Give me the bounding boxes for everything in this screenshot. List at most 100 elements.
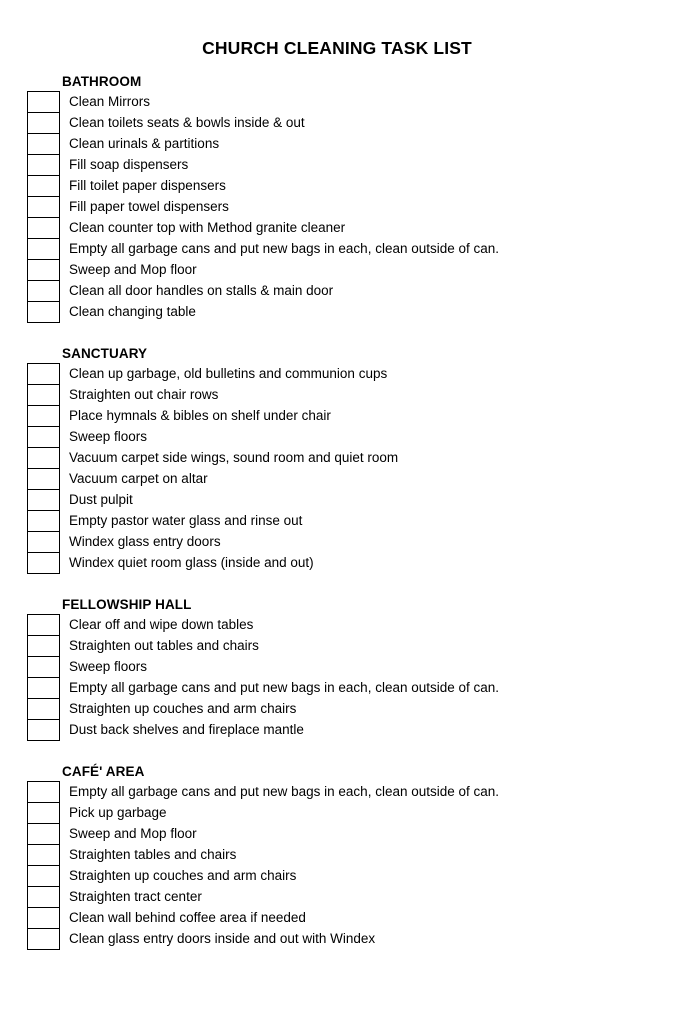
task-checkbox[interactable] bbox=[27, 405, 60, 426]
task-label: Fill soap dispensers bbox=[69, 157, 189, 172]
task-row: Straighten up couches and arm chairs bbox=[0, 698, 674, 719]
task-section: FELLOWSHIP HALL Clear off and wipe down t… bbox=[0, 595, 674, 741]
task-label: Straighten up couches and arm chairs bbox=[69, 868, 297, 883]
task-checkbox[interactable] bbox=[27, 468, 60, 489]
section-header: CAFÉ' AREA bbox=[62, 764, 145, 779]
task-checkbox[interactable] bbox=[27, 238, 60, 259]
task-row: Place hymnals & bibles on shelf under ch… bbox=[0, 405, 674, 426]
task-label: Empty all garbage cans and put new bags … bbox=[69, 680, 500, 695]
task-checkbox[interactable] bbox=[27, 907, 60, 928]
task-checkbox[interactable] bbox=[27, 384, 60, 405]
task-label: Straighten tables and chairs bbox=[69, 847, 237, 862]
task-checkbox[interactable] bbox=[27, 301, 60, 323]
task-label: Empty all garbage cans and put new bags … bbox=[69, 784, 500, 799]
task-label: Sweep floors bbox=[69, 659, 148, 674]
task-checkbox[interactable] bbox=[27, 698, 60, 719]
task-row: Fill toilet paper dispensers bbox=[0, 175, 674, 196]
task-sections: BATHROOM Clean Mirrors Clean toilets seats… bbox=[0, 72, 674, 950]
task-label: Empty pastor water glass and rinse out bbox=[69, 513, 303, 528]
task-checkbox[interactable] bbox=[27, 196, 60, 217]
task-row: Empty all garbage cans and put new bags … bbox=[0, 781, 674, 802]
task-list: Empty all garbage cans and put new bags … bbox=[0, 781, 674, 950]
task-checkbox[interactable] bbox=[27, 154, 60, 175]
task-checkbox[interactable] bbox=[27, 823, 60, 844]
task-checkbox[interactable] bbox=[27, 91, 60, 112]
task-checkbox[interactable] bbox=[27, 489, 60, 510]
task-checkbox[interactable] bbox=[27, 802, 60, 823]
task-label: Sweep and Mop floor bbox=[69, 826, 197, 841]
task-checkbox[interactable] bbox=[27, 510, 60, 531]
task-row: Empty all garbage cans and put new bags … bbox=[0, 677, 674, 698]
task-checkbox[interactable] bbox=[27, 614, 60, 635]
task-checkbox[interactable] bbox=[27, 656, 60, 677]
document-page: CHURCH CLEANING TASK LIST BATHROOM Clean … bbox=[0, 0, 674, 1024]
task-row: Straighten out chair rows bbox=[0, 384, 674, 405]
task-row: Clean counter top with Method granite cl… bbox=[0, 217, 674, 238]
task-label: Clean counter top with Method granite cl… bbox=[69, 220, 346, 235]
task-label: Clear off and wipe down tables bbox=[69, 617, 254, 632]
task-row: Pick up garbage bbox=[0, 802, 674, 823]
task-checkbox[interactable] bbox=[27, 552, 60, 574]
task-row: Fill paper towel dispensers bbox=[0, 196, 674, 217]
task-label: Vacuum carpet side wings, sound room and… bbox=[69, 450, 399, 465]
page-title: CHURCH CLEANING TASK LIST bbox=[202, 38, 472, 58]
task-checkbox[interactable] bbox=[27, 719, 60, 741]
task-label: Dust pulpit bbox=[69, 492, 133, 507]
task-row: Windex quiet room glass (inside and out) bbox=[0, 552, 674, 574]
task-checkbox[interactable] bbox=[27, 133, 60, 154]
task-checkbox[interactable] bbox=[27, 259, 60, 280]
task-checkbox[interactable] bbox=[27, 928, 60, 950]
task-label: Sweep and Mop floor bbox=[69, 262, 197, 277]
task-row: Clean urinals & partitions bbox=[0, 133, 674, 154]
task-label: Pick up garbage bbox=[69, 805, 167, 820]
task-row: Clean wall behind coffee area if needed bbox=[0, 907, 674, 928]
task-row: Clean changing table bbox=[0, 301, 674, 323]
task-label: Clean urinals & partitions bbox=[69, 136, 220, 151]
task-label: Clean glass entry doors inside and out w… bbox=[69, 931, 376, 946]
task-checkbox[interactable] bbox=[27, 175, 60, 196]
task-row: Straighten tables and chairs bbox=[0, 844, 674, 865]
task-row: Sweep floors bbox=[0, 426, 674, 447]
task-row: Clean all door handles on stalls & main … bbox=[0, 280, 674, 301]
task-checkbox[interactable] bbox=[27, 886, 60, 907]
task-checkbox[interactable] bbox=[27, 844, 60, 865]
task-row: Clean glass entry doors inside and out w… bbox=[0, 928, 674, 950]
task-label: Clean toilets seats & bowls inside & out bbox=[69, 115, 305, 130]
task-checkbox[interactable] bbox=[27, 865, 60, 886]
task-row: Straighten out tables and chairs bbox=[0, 635, 674, 656]
task-row: Clean up garbage, old bulletins and comm… bbox=[0, 363, 674, 384]
task-label: Vacuum carpet on altar bbox=[69, 471, 208, 486]
task-row: Fill soap dispensers bbox=[0, 154, 674, 175]
task-checkbox[interactable] bbox=[27, 781, 60, 802]
task-checkbox[interactable] bbox=[27, 363, 60, 384]
task-section: BATHROOM Clean Mirrors Clean toilets seats… bbox=[0, 72, 674, 323]
task-label: Place hymnals & bibles on shelf under ch… bbox=[69, 408, 331, 423]
task-label: Clean all door handles on stalls & main … bbox=[69, 283, 334, 298]
task-label: Clean wall behind coffee area if needed bbox=[69, 910, 306, 925]
task-checkbox[interactable] bbox=[27, 217, 60, 238]
task-checkbox[interactable] bbox=[27, 280, 60, 301]
task-label: Straighten up couches and arm chairs bbox=[69, 701, 297, 716]
task-list: Clean up garbage, old bulletins and comm… bbox=[0, 363, 674, 574]
task-section: SANCTUARY Clean up garbage, old bulletins… bbox=[0, 344, 674, 574]
task-list: Clear off and wipe down tables Straighten… bbox=[0, 614, 674, 741]
task-checkbox[interactable] bbox=[27, 677, 60, 698]
task-label: Fill paper towel dispensers bbox=[69, 199, 229, 214]
task-row: Dust back shelves and fireplace mantle bbox=[0, 719, 674, 741]
task-label: Straighten tract center bbox=[69, 889, 202, 904]
task-row: Empty all garbage cans and put new bags … bbox=[0, 238, 674, 259]
task-row: Sweep and Mop floor bbox=[0, 259, 674, 280]
task-section: CAFÉ' AREA Empty all garbage cans and put… bbox=[0, 762, 674, 950]
task-row: Clean Mirrors bbox=[0, 91, 674, 112]
task-checkbox[interactable] bbox=[27, 112, 60, 133]
task-row: Windex glass entry doors bbox=[0, 531, 674, 552]
task-checkbox[interactable] bbox=[27, 426, 60, 447]
task-row: Straighten tract center bbox=[0, 886, 674, 907]
task-row: Sweep floors bbox=[0, 656, 674, 677]
task-row: Straighten up couches and arm chairs bbox=[0, 865, 674, 886]
task-label: Clean changing table bbox=[69, 304, 196, 319]
task-checkbox[interactable] bbox=[27, 531, 60, 552]
task-checkbox[interactable] bbox=[27, 447, 60, 468]
task-checkbox[interactable] bbox=[27, 635, 60, 656]
task-row: Empty pastor water glass and rinse out bbox=[0, 510, 674, 531]
